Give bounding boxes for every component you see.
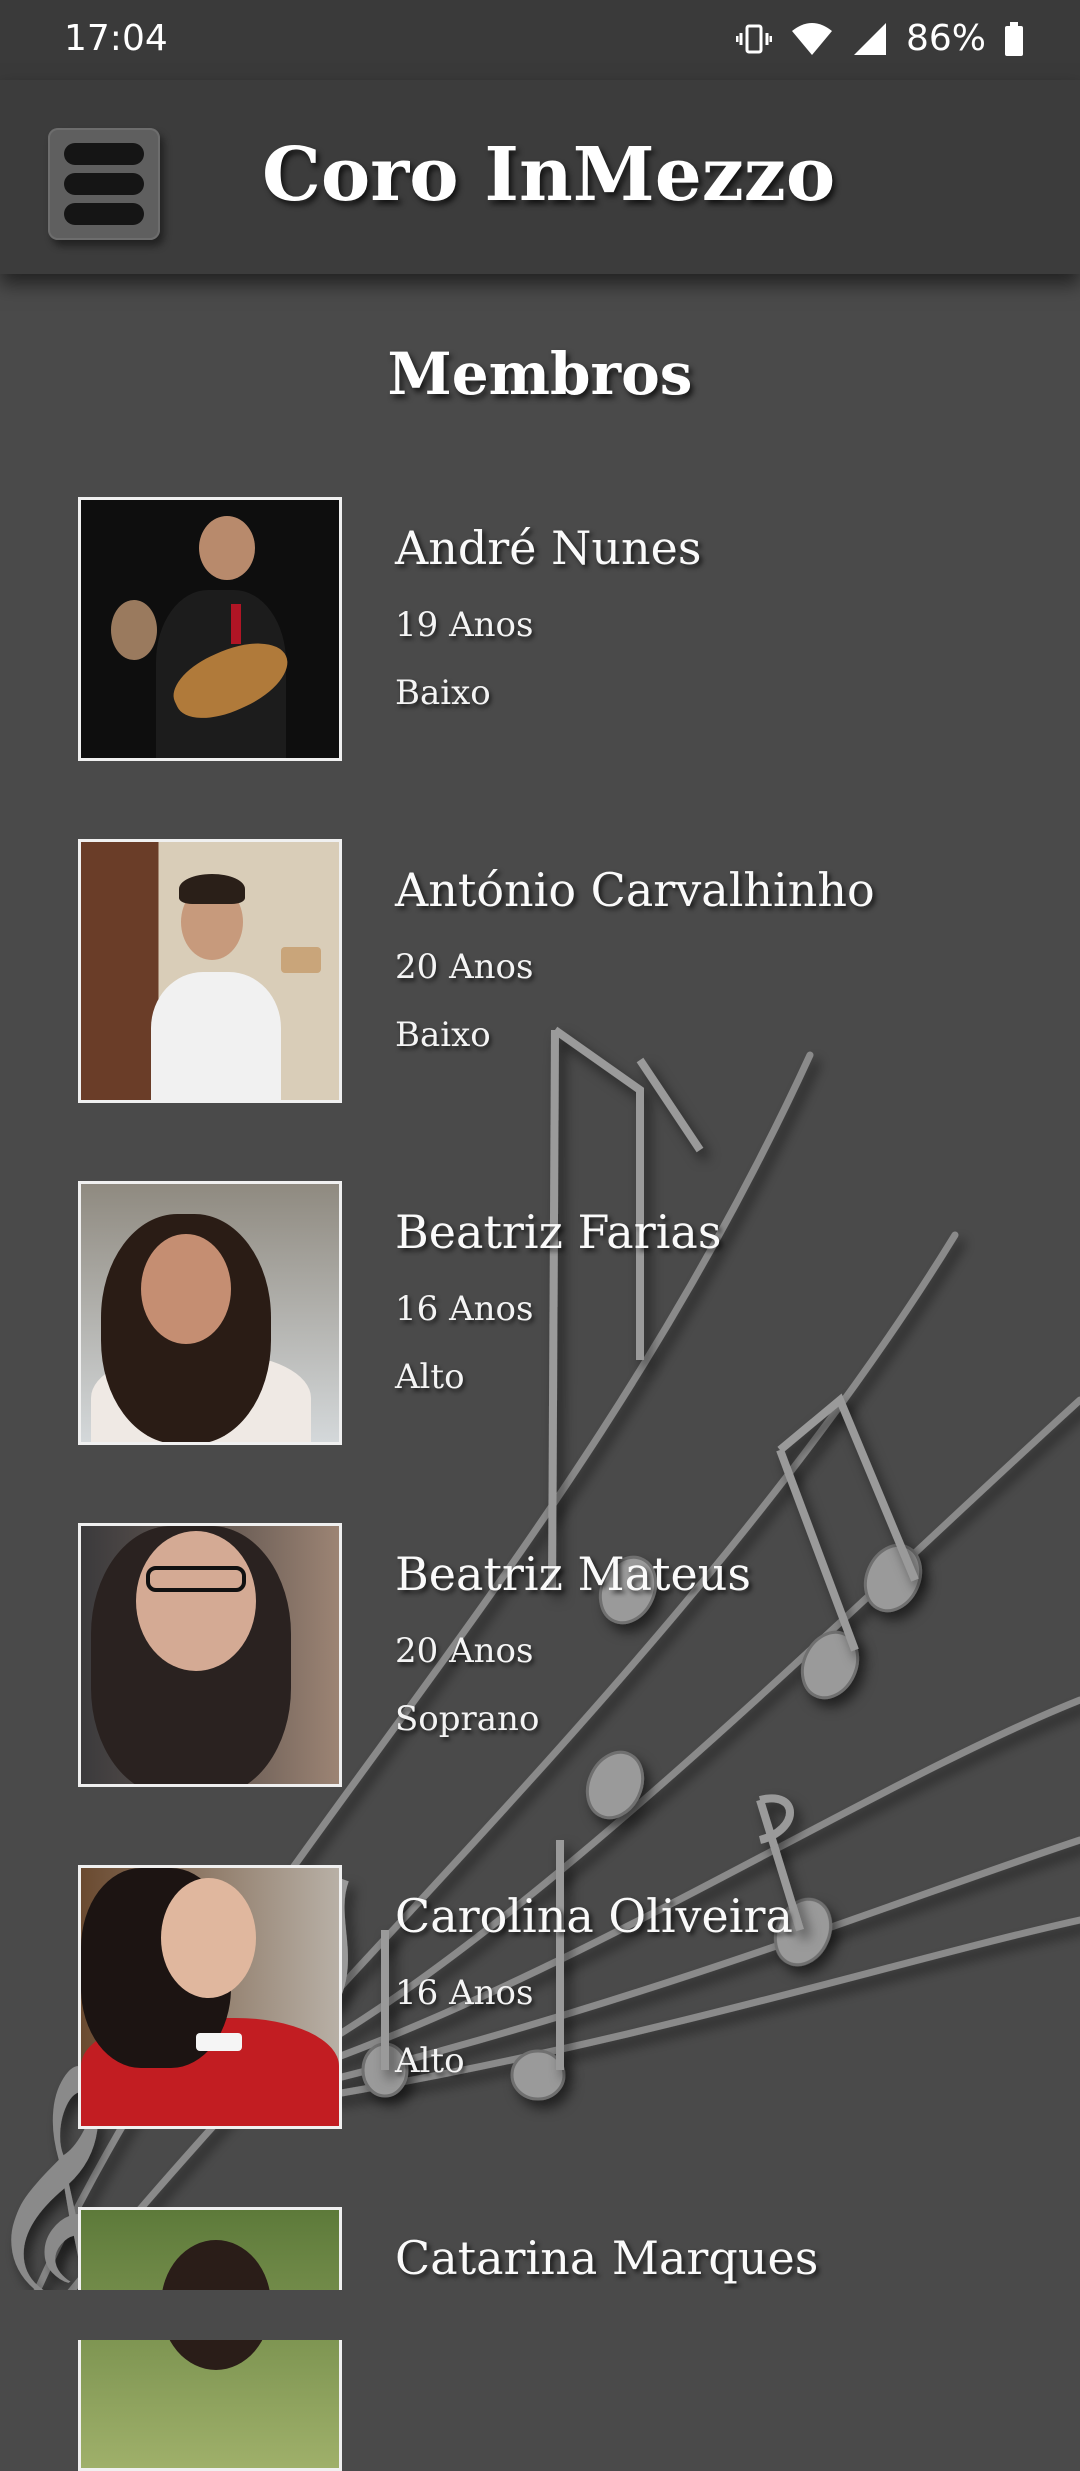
status-bar: 17:04 86%	[0, 0, 1080, 80]
member-voice: Alto	[395, 1357, 465, 1397]
member-voice: Alto	[395, 2041, 465, 2081]
member-age: 20 Anos	[395, 1631, 534, 1671]
member-photo	[78, 1523, 342, 1787]
battery-percentage: 86%	[905, 18, 986, 59]
menu-icon-bar	[64, 173, 144, 195]
member-age: 20 Anos	[395, 947, 534, 987]
member-age: 16 Anos	[395, 1973, 534, 2013]
member-item[interactable]: Beatriz Mateus 20 Anos Soprano	[78, 1523, 1038, 1787]
member-voice: Baixo	[395, 673, 491, 713]
member-age: 16 Anos	[395, 1289, 534, 1329]
member-item[interactable]: Beatriz Farias 16 Anos Alto	[78, 1181, 1038, 1445]
member-name: Beatriz Mateus	[395, 1547, 751, 1601]
member-photo	[78, 839, 342, 1103]
member-name: Catarina Marques	[395, 2231, 819, 2285]
member-name: André Nunes	[395, 521, 702, 575]
member-item[interactable]: António Carvalhinho 20 Anos Baixo	[78, 839, 1038, 1103]
member-photo	[78, 1865, 342, 2129]
member-age: 19 Anos	[395, 605, 534, 645]
status-icons: 86%	[735, 18, 1024, 59]
vibrate-icon	[735, 21, 772, 57]
status-time: 17:04	[64, 18, 168, 59]
signal-icon	[852, 21, 888, 57]
app-bar: Coro InMezzo	[0, 80, 1080, 274]
member-photo	[78, 1181, 342, 1445]
bottom-edge	[0, 2290, 1080, 2340]
member-item[interactable]: André Nunes 19 Anos Baixo	[78, 497, 1038, 761]
member-voice: Baixo	[395, 1015, 491, 1055]
member-name: Beatriz Farias	[395, 1205, 722, 1259]
page-title: Membros	[387, 340, 693, 408]
member-name: António Carvalhinho	[395, 863, 875, 917]
menu-icon-bar	[64, 143, 144, 165]
member-voice: Soprano	[395, 1699, 540, 1739]
battery-icon	[1004, 21, 1024, 57]
menu-button[interactable]	[48, 128, 160, 240]
menu-icon-bar	[64, 203, 144, 225]
app-title: Coro InMezzo	[262, 132, 836, 218]
member-item[interactable]: Carolina Oliveira 16 Anos Alto	[78, 1865, 1038, 2129]
wifi-icon	[790, 21, 834, 57]
member-photo	[78, 497, 342, 761]
member-name: Carolina Oliveira	[395, 1889, 793, 1943]
